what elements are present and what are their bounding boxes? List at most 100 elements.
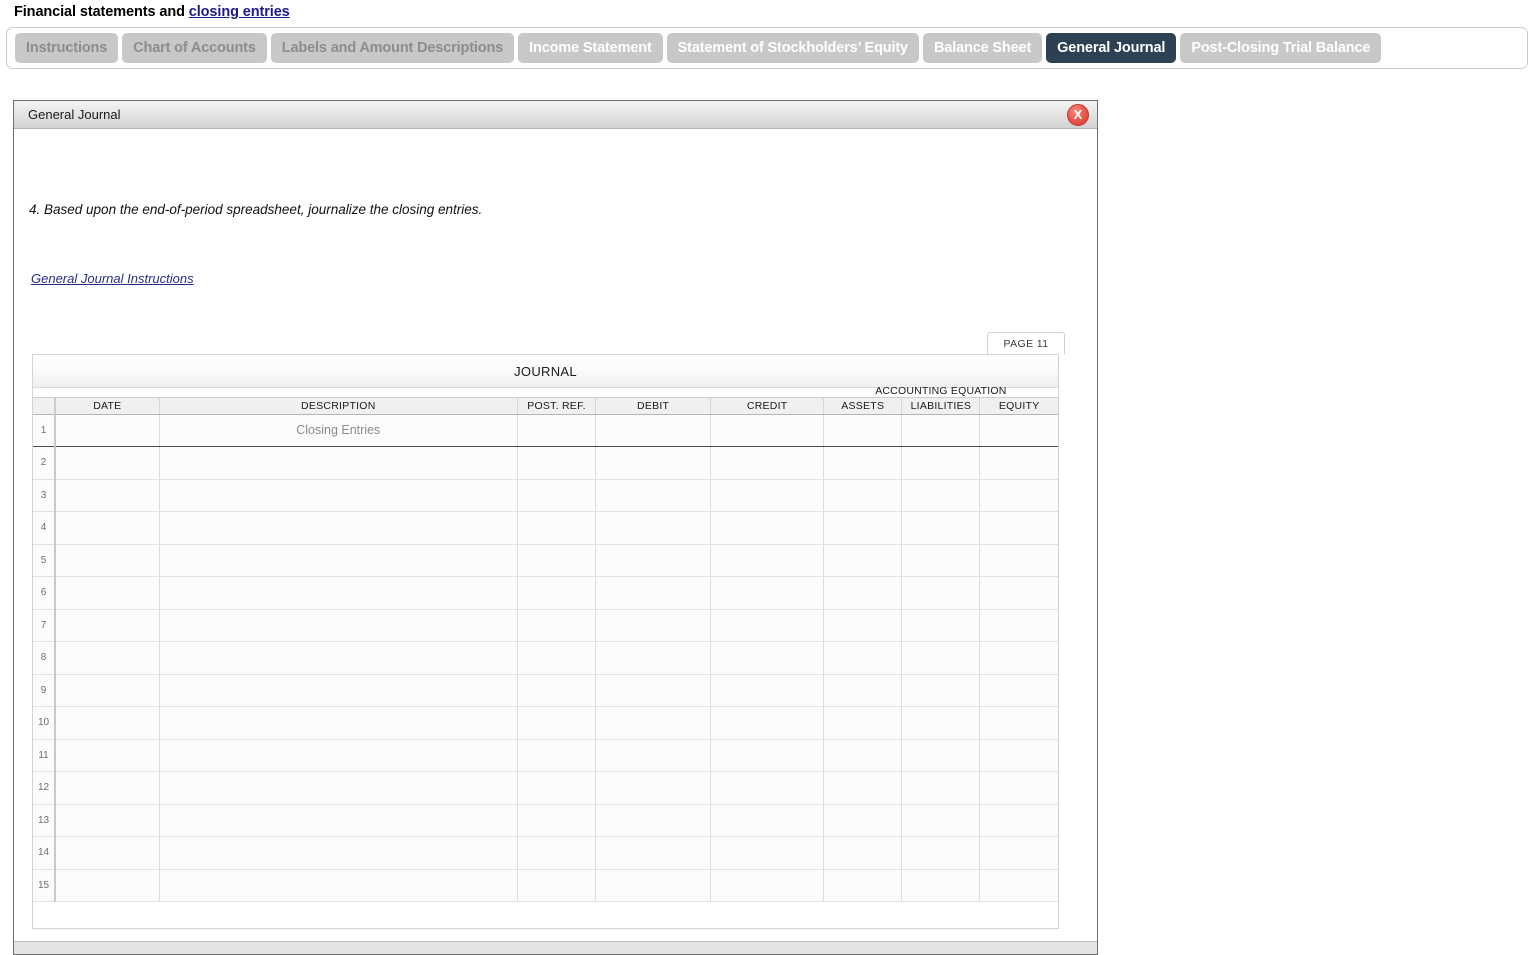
equity-cell[interactable]: [979, 836, 1058, 870]
liabilities-cell[interactable]: [901, 544, 981, 577]
post-ref-cell[interactable]: [517, 804, 597, 837]
description-cell[interactable]: [159, 511, 518, 545]
description-cell[interactable]: [159, 771, 518, 805]
assets-cell[interactable]: [823, 576, 903, 610]
post-ref-cell[interactable]: [517, 836, 597, 870]
page-number-tab[interactable]: PAGE 11: [987, 332, 1065, 354]
post-ref-cell[interactable]: [517, 641, 597, 675]
debit-cell[interactable]: [595, 771, 712, 805]
equity-cell[interactable]: [979, 479, 1058, 512]
debit-cell[interactable]: [595, 576, 712, 610]
credit-cell[interactable]: [710, 414, 825, 447]
credit-cell[interactable]: [710, 511, 825, 545]
tab-general-journal[interactable]: General Journal: [1046, 33, 1177, 63]
assets-cell[interactable]: [823, 641, 903, 675]
date-cell[interactable]: [55, 739, 160, 772]
debit-cell[interactable]: [595, 804, 712, 837]
assets-cell[interactable]: [823, 609, 903, 642]
debit-cell[interactable]: [595, 544, 712, 577]
assets-cell[interactable]: [823, 544, 903, 577]
tab-labels-and-amount-descriptions[interactable]: Labels and Amount Descriptions: [270, 33, 515, 63]
equity-cell[interactable]: [979, 804, 1058, 837]
tab-statement-of-stockholders-equity[interactable]: Statement of Stockholders’ Equity: [666, 33, 919, 63]
post-ref-cell[interactable]: [517, 609, 597, 642]
description-cell[interactable]: [159, 479, 518, 512]
credit-cell[interactable]: [710, 479, 825, 512]
assets-cell[interactable]: [823, 739, 903, 772]
equity-cell[interactable]: [979, 869, 1058, 902]
credit-cell[interactable]: [710, 446, 825, 480]
debit-cell[interactable]: [595, 479, 712, 512]
equity-cell[interactable]: [979, 739, 1058, 772]
credit-cell[interactable]: [710, 771, 825, 805]
liabilities-cell[interactable]: [901, 641, 981, 675]
post-ref-cell[interactable]: [517, 446, 597, 480]
post-ref-cell[interactable]: [517, 414, 597, 447]
equity-cell[interactable]: [979, 446, 1058, 480]
description-cell[interactable]: [159, 576, 518, 610]
description-cell[interactable]: [159, 836, 518, 870]
general-journal-instructions-link[interactable]: General Journal Instructions: [31, 271, 194, 286]
equity-cell[interactable]: [979, 576, 1058, 610]
date-cell[interactable]: [55, 804, 160, 837]
post-ref-cell[interactable]: [517, 706, 597, 740]
date-cell[interactable]: [55, 836, 160, 870]
tab-chart-of-accounts[interactable]: Chart of Accounts: [122, 33, 267, 63]
liabilities-cell[interactable]: [901, 836, 981, 870]
assets-cell[interactable]: [823, 869, 903, 902]
liabilities-cell[interactable]: [901, 446, 981, 480]
credit-cell[interactable]: [710, 836, 825, 870]
liabilities-cell[interactable]: [901, 739, 981, 772]
debit-cell[interactable]: [595, 869, 712, 902]
assets-cell[interactable]: [823, 771, 903, 805]
liabilities-cell[interactable]: [901, 479, 981, 512]
description-cell[interactable]: [159, 739, 518, 772]
post-ref-cell[interactable]: [517, 869, 597, 902]
assets-cell[interactable]: [823, 706, 903, 740]
equity-cell[interactable]: [979, 544, 1058, 577]
date-cell[interactable]: [55, 544, 160, 577]
description-cell[interactable]: Closing Entries: [159, 414, 518, 447]
credit-cell[interactable]: [710, 609, 825, 642]
liabilities-cell[interactable]: [901, 576, 981, 610]
assets-cell[interactable]: [823, 511, 903, 545]
tab-instructions[interactable]: Instructions: [15, 33, 119, 63]
post-ref-cell[interactable]: [517, 739, 597, 772]
post-ref-cell[interactable]: [517, 576, 597, 610]
assets-cell[interactable]: [823, 674, 903, 707]
liabilities-cell[interactable]: [901, 804, 981, 837]
debit-cell[interactable]: [595, 706, 712, 740]
closing-entries-link[interactable]: closing entries: [189, 4, 290, 20]
post-ref-cell[interactable]: [517, 674, 597, 707]
post-ref-cell[interactable]: [517, 544, 597, 577]
description-cell[interactable]: [159, 609, 518, 642]
assets-cell[interactable]: [823, 446, 903, 480]
post-ref-cell[interactable]: [517, 479, 597, 512]
date-cell[interactable]: [55, 771, 160, 805]
date-cell[interactable]: [55, 641, 160, 675]
date-cell[interactable]: [55, 414, 160, 447]
date-cell[interactable]: [55, 511, 160, 545]
assets-cell[interactable]: [823, 836, 903, 870]
equity-cell[interactable]: [979, 771, 1058, 805]
credit-cell[interactable]: [710, 804, 825, 837]
post-ref-cell[interactable]: [517, 511, 597, 545]
equity-cell[interactable]: [979, 511, 1058, 545]
description-cell[interactable]: [159, 674, 518, 707]
post-ref-cell[interactable]: [517, 771, 597, 805]
date-cell[interactable]: [55, 706, 160, 740]
liabilities-cell[interactable]: [901, 771, 981, 805]
date-cell[interactable]: [55, 869, 160, 902]
tab-income-statement[interactable]: Income Statement: [518, 33, 663, 63]
liabilities-cell[interactable]: [901, 674, 981, 707]
liabilities-cell[interactable]: [901, 706, 981, 740]
date-cell[interactable]: [55, 674, 160, 707]
credit-cell[interactable]: [710, 576, 825, 610]
description-cell[interactable]: [159, 544, 518, 577]
credit-cell[interactable]: [710, 739, 825, 772]
assets-cell[interactable]: [823, 479, 903, 512]
date-cell[interactable]: [55, 446, 160, 480]
liabilities-cell[interactable]: [901, 869, 981, 902]
liabilities-cell[interactable]: [901, 609, 981, 642]
credit-cell[interactable]: [710, 641, 825, 675]
